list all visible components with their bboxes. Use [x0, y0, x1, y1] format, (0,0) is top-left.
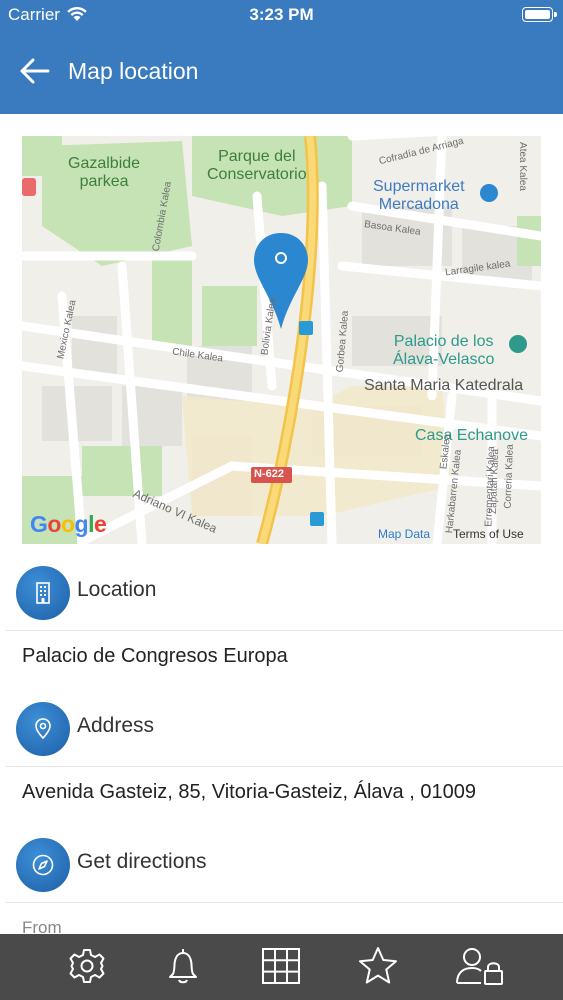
star-icon[interactable]	[356, 944, 400, 988]
address-title: Address	[77, 714, 155, 737]
parque-label: Parque del Conservatorio	[207, 148, 307, 183]
divider	[6, 902, 563, 903]
gear-icon[interactable]	[65, 944, 109, 988]
location-value: Palacio de Congresos Europa	[22, 645, 288, 667]
page-title: Map location	[68, 58, 199, 84]
location-section: Location	[0, 558, 563, 624]
palacio-label: Palacio de los Álava-Velasco	[393, 333, 495, 368]
divider	[6, 630, 563, 631]
user-lock-icon[interactable]	[455, 944, 505, 988]
building-icon	[16, 566, 70, 620]
street-correria: Correria Kalea	[502, 444, 516, 509]
header: Carrier 3:23 PM Map location	[0, 0, 563, 114]
casa-label: Casa Echanove	[415, 427, 528, 444]
battery-icon	[522, 7, 557, 22]
compass-icon	[16, 838, 70, 892]
map-pin-icon	[16, 702, 70, 756]
supermarket-label: Supermarket Mercadona	[373, 178, 465, 213]
status-bar: Carrier 3:23 PM	[0, 0, 563, 30]
map-data-link[interactable]: Map Data	[378, 527, 430, 541]
terms-link[interactable]: Terms of Use	[453, 527, 524, 541]
street-atea: Atea Kalea	[516, 142, 528, 191]
n622-label: N-622	[254, 468, 284, 480]
address-value: Avenida Gasteiz, 85, Vitoria-Gasteiz, Ál…	[22, 781, 476, 803]
back-arrow-icon[interactable]	[18, 54, 52, 88]
address-section: Address	[0, 694, 563, 760]
directions-title: Get directions	[77, 850, 207, 873]
grid-icon[interactable]	[259, 944, 303, 988]
gazalbide-label: Gazalbide parkea	[68, 155, 141, 190]
directions-section[interactable]: Get directions	[0, 830, 563, 896]
google-logo: Google	[30, 511, 107, 537]
bell-icon[interactable]	[161, 944, 205, 988]
map-view[interactable]: Gazalbide parkea Parque del Conservatorio …	[22, 136, 541, 544]
tab-bar	[0, 934, 563, 1000]
location-title: Location	[77, 578, 157, 601]
katedrala-label: Santa Maria Katedrala	[364, 377, 524, 394]
status-time: 3:23 PM	[249, 5, 314, 24]
nav-bar: Map location	[0, 30, 563, 114]
divider	[6, 766, 563, 767]
